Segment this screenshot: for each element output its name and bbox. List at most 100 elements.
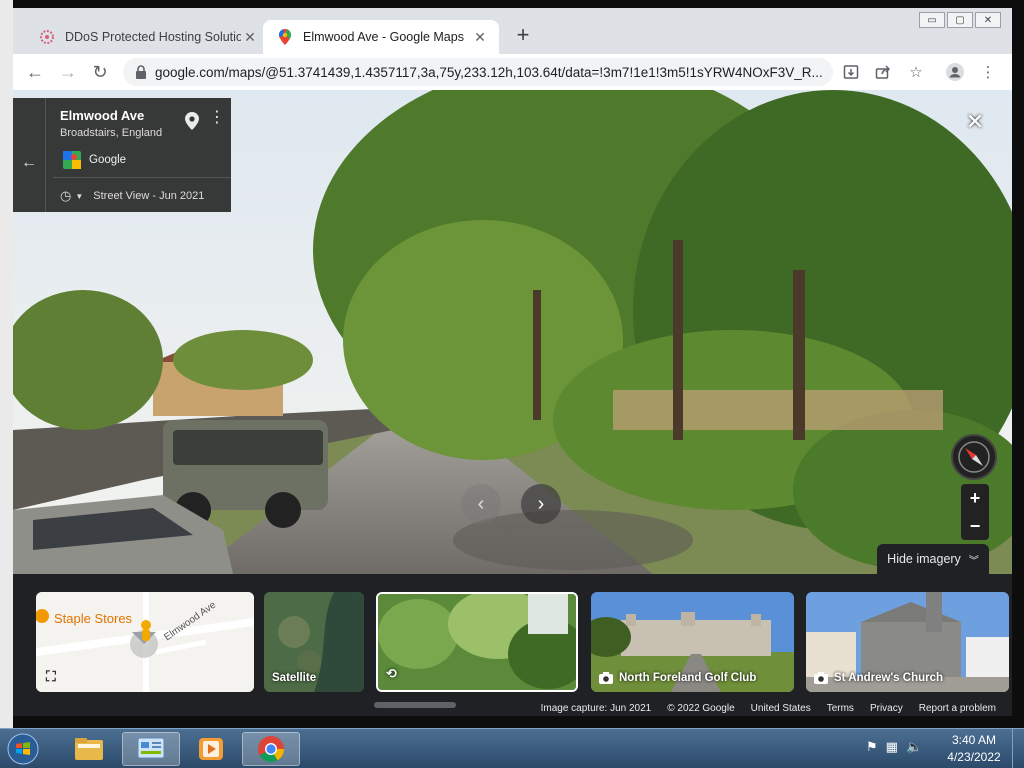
zoom-in-button[interactable]: + — [961, 484, 989, 512]
next-photo-button[interactable]: › — [521, 484, 561, 524]
windows-taskbar: ⚑ ▦ 🔈 3:40 AM 4/23/2022 — [0, 728, 1024, 768]
satellite-card[interactable]: Satellite — [264, 592, 364, 692]
desktop-window-edge — [0, 0, 13, 728]
hide-imagery-label: Hide imagery — [887, 552, 961, 566]
system-tray: ⚑ ▦ 🔈 — [866, 739, 922, 755]
system-clock[interactable]: 3:40 AM 4/23/2022 — [944, 732, 1004, 766]
back-arrow-icon[interactable]: ← — [21, 154, 37, 172]
taskbar-media-player-button[interactable] — [182, 732, 240, 766]
share-icon[interactable] — [873, 62, 893, 82]
region-link[interactable]: United States — [751, 703, 811, 714]
town-name: Broadstairs, England — [60, 127, 163, 139]
tab-close-icon[interactable]: ✕ — [471, 28, 489, 46]
copyright: © 2022 Google — [667, 703, 735, 714]
camera-icon — [599, 672, 613, 684]
zoom-controls: + − — [961, 484, 989, 540]
street-view-thumbnail — [378, 594, 576, 690]
volume-icon[interactable]: 🔈 — [906, 739, 922, 755]
report-problem-link[interactable]: Report a problem — [919, 703, 996, 714]
window-controls: ▭ ▢ ✕ — [917, 12, 1001, 28]
terms-link[interactable]: Terms — [827, 703, 854, 714]
start-button[interactable] — [4, 731, 42, 767]
filmstrip-scrollbar[interactable] — [374, 702, 456, 708]
windows-logo-icon — [7, 733, 39, 765]
camera-icon — [814, 672, 828, 684]
tab-close-icon[interactable]: ✕ — [241, 28, 259, 46]
lock-icon — [136, 65, 146, 79]
folder-icon — [75, 738, 103, 760]
zoom-out-button[interactable]: − — [961, 512, 989, 540]
rotate-360-icon: ⟲ — [386, 666, 397, 681]
menu-dots-icon[interactable]: ⋮ — [978, 62, 998, 82]
action-center-flag-icon[interactable]: ⚑ — [866, 739, 878, 755]
flower-favicon-icon — [39, 29, 55, 45]
street-view-info-card: ← Elmwood Ave Broadstairs, England Googl… — [13, 98, 231, 212]
tab-google-maps[interactable]: Elmwood Ave - Google Maps ✕ — [263, 20, 499, 54]
previous-photo-button[interactable]: ‹ — [461, 484, 501, 524]
address-bar[interactable]: google.com/maps/@51.3741439,1.4357117,3a… — [123, 58, 833, 86]
maximize-button[interactable]: ▢ — [947, 12, 973, 28]
image-capture-date: Image capture: Jun 2021 — [540, 703, 652, 714]
media-player-icon — [199, 738, 223, 760]
current-street-view-card[interactable]: ⟲ — [376, 592, 578, 692]
st-andrews-church-card[interactable]: St Andrew's Church — [806, 592, 1009, 692]
browser-toolbar: ← → ↻ google.com/maps/@51.3741439,1.4357… — [13, 54, 1012, 90]
chrome-icon — [258, 736, 285, 763]
google-maps-page: ← Elmwood Ave Broadstairs, England Googl… — [13, 90, 1012, 716]
capture-date-selector[interactable]: ◷ ▼ Street View - Jun 2021 — [60, 188, 204, 204]
info-card-divider — [45, 98, 46, 212]
browser-window: DDoS Protected Hosting Solution ✕ Elmwoo… — [13, 8, 1012, 716]
info-card-separator — [53, 177, 231, 178]
minimize-button[interactable]: ▭ — [919, 12, 945, 28]
taskbar-control-panel-button[interactable] — [122, 732, 180, 766]
tab-ddos-hosting[interactable]: DDoS Protected Hosting Solution ✕ — [25, 20, 269, 54]
capture-date: Street View - Jun 2021 — [93, 190, 205, 202]
close-street-view-icon[interactable]: ✕ — [963, 110, 987, 134]
maps-footer: Image capture: Jun 2021 © 2022 Google Un… — [541, 703, 996, 714]
privacy-link[interactable]: Privacy — [870, 703, 903, 714]
double-chevron-down-icon: ︾ — [968, 555, 979, 567]
imagery-filmstrip: Staple Stores Elmwood Ave ⛶ Satellite ⟲ … — [13, 574, 1012, 716]
mini-map-image — [36, 592, 254, 692]
history-clock-icon: ◷ — [60, 188, 72, 203]
golf-club-label: North Foreland Golf Club — [599, 672, 756, 684]
reload-icon[interactable]: ↻ — [88, 60, 112, 84]
provider: Google — [63, 151, 126, 169]
forward-icon[interactable]: → — [56, 60, 80, 84]
close-window-button[interactable]: ✕ — [975, 12, 1001, 28]
taskbar-chrome-button[interactable] — [242, 732, 300, 766]
hide-imagery-button[interactable]: Hide imagery ︾ — [877, 544, 989, 574]
tab-strip: DDoS Protected Hosting Solution ✕ Elmwoo… — [13, 8, 1012, 54]
bookmark-star-icon[interactable]: ☆ — [906, 62, 926, 82]
network-icon[interactable]: ▦ — [886, 739, 898, 755]
street-view-panorama[interactable]: ← Elmwood Ave Broadstairs, England Googl… — [13, 90, 1012, 574]
church-label: St Andrew's Church — [814, 672, 943, 684]
north-foreland-golf-club-card[interactable]: North Foreland Golf Club — [591, 592, 794, 692]
location-pin-icon[interactable] — [185, 112, 199, 130]
satellite-label: Satellite — [272, 672, 317, 684]
street-name: Elmwood Ave — [60, 108, 145, 123]
mini-map-card[interactable]: Staple Stores Elmwood Ave ⛶ — [36, 592, 254, 692]
church-name: St Andrew's Church — [834, 672, 944, 684]
golf-club-name: North Foreland Golf Club — [619, 672, 757, 684]
fullscreen-icon[interactable]: ⛶ — [46, 668, 56, 685]
provider-name: Google — [89, 154, 127, 166]
google-maps-icon — [63, 151, 81, 169]
compass-icon[interactable] — [951, 434, 997, 480]
clock-time: 3:40 AM — [951, 733, 997, 747]
show-desktop-button[interactable] — [1012, 729, 1024, 768]
chevron-down-icon: ▼ — [75, 191, 84, 201]
url-text: google.com/maps/@51.3741439,1.4357117,3a… — [155, 64, 823, 80]
install-app-icon[interactable] — [841, 62, 861, 82]
maps-pin-favicon-icon — [277, 29, 293, 45]
clock-date: 4/23/2022 — [947, 750, 1001, 764]
taskbar-explorer-button[interactable] — [60, 732, 118, 766]
control-panel-icon — [137, 737, 165, 759]
profile-avatar-icon[interactable] — [945, 62, 965, 82]
back-icon[interactable]: ← — [23, 60, 47, 84]
tab-title: DDoS Protected Hosting Solution — [65, 30, 241, 44]
new-tab-button[interactable]: + — [511, 24, 535, 48]
map-place-label: Staple Stores — [54, 611, 133, 626]
more-options-icon[interactable]: ⋮ — [209, 110, 225, 126]
tab-title: Elmwood Ave - Google Maps — [303, 30, 464, 44]
